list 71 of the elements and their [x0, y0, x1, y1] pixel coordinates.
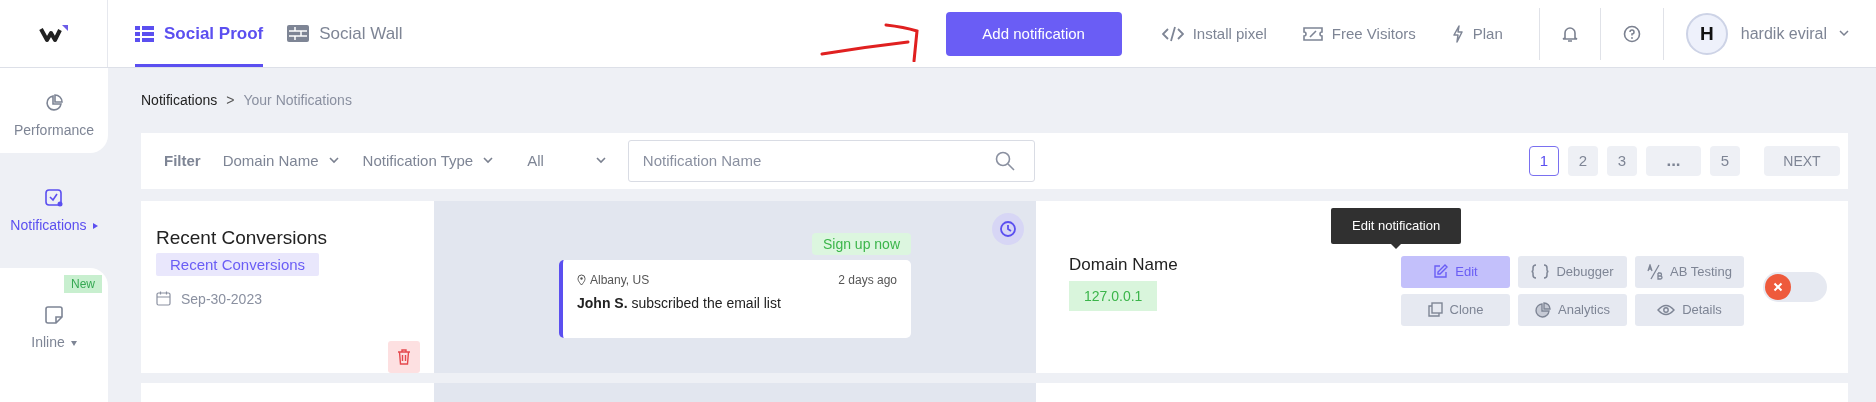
edit-icon: [1433, 264, 1449, 280]
action-button[interactable]: Debugger: [1518, 255, 1627, 288]
action-button[interactable]: Details: [1635, 293, 1744, 326]
copy-icon: [1427, 302, 1443, 318]
domain-tag: 127.0.0.1: [1069, 280, 1158, 311]
chevron-down-icon: [483, 157, 494, 165]
braces-icon: [1531, 264, 1550, 280]
notification-type-tag: Recent Conversions: [156, 252, 320, 276]
filter-dropdown[interactable]: All: [527, 152, 606, 170]
brick-wall-icon: [287, 25, 310, 42]
filter-label: Filter: [164, 152, 201, 170]
chevron-down-icon: [328, 157, 339, 165]
next-button[interactable]: NEXT: [1764, 145, 1840, 176]
breadcrumb-separator: >: [226, 92, 235, 109]
nav-tab[interactable]: Social Proof: [135, 0, 264, 67]
sidebar-item[interactable]: Performance: [0, 68, 108, 153]
cta-badge: Sign up now: [811, 232, 911, 255]
tooltip: Edit notification: [1331, 207, 1462, 244]
notification-title: Recent Conversions: [156, 226, 329, 249]
clock-icon[interactable]: [992, 212, 1024, 245]
breadcrumb-link[interactable]: Notifications: [141, 92, 218, 109]
search-field[interactable]: Notification Name: [627, 139, 1035, 182]
list-icon: [135, 25, 154, 42]
page-button[interactable]: 5: [1710, 145, 1740, 176]
toggle-knob: [1765, 273, 1791, 300]
action-button[interactable]: AB Testing: [1635, 255, 1744, 288]
note-icon: [45, 306, 63, 324]
action-button[interactable]: Analytics: [1518, 293, 1627, 326]
help-icon[interactable]: [1622, 24, 1641, 43]
location-pin-icon: [577, 273, 586, 286]
nav-link[interactable]: Install pixel: [1161, 25, 1267, 42]
delete-button[interactable]: [388, 340, 420, 373]
code-icon: [1161, 25, 1184, 42]
page-button[interactable]: 3: [1607, 145, 1637, 176]
search-icon: [994, 150, 1015, 171]
chevron-down-icon[interactable]: [1839, 30, 1850, 37]
nav-link[interactable]: Free Visitors: [1302, 25, 1416, 42]
page-button[interactable]: 2: [1568, 145, 1598, 176]
ticket-icon: [1302, 25, 1323, 42]
breadcrumb-current: Your Notifications: [243, 92, 352, 109]
calendar-icon: [156, 291, 171, 307]
created-date: Sep-30-2023: [181, 290, 262, 307]
sidebar-item[interactable]: New Inline: [0, 268, 108, 402]
user-avatar[interactable]: H: [1685, 12, 1728, 55]
pie-chart-icon: [45, 93, 63, 112]
action-button[interactable]: Edit: [1401, 255, 1510, 288]
nav-link[interactable]: Plan: [1451, 24, 1503, 43]
page-button[interactable]: 1: [1529, 145, 1559, 176]
logo-icon: [38, 23, 69, 44]
split-test-icon: [1647, 263, 1664, 280]
add-notification-button[interactable]: Add notification: [945, 11, 1122, 56]
nav-tab[interactable]: Social Wall: [287, 0, 403, 67]
page-button[interactable]: ...: [1646, 145, 1701, 176]
checkbox-icon: [45, 188, 63, 207]
location-text: Albany, US: [590, 272, 650, 287]
lightning-icon: [1451, 24, 1464, 43]
tooltip-pointer: [1391, 243, 1402, 249]
action-button[interactable]: Clone: [1401, 293, 1510, 326]
chevron-down-icon: [595, 157, 606, 165]
domain-label: Domain Name: [1069, 254, 1179, 275]
filter-dropdown[interactable]: Domain Name: [222, 152, 339, 170]
eye-icon: [1657, 303, 1676, 316]
time-ago: 2 days ago: [838, 272, 897, 287]
filter-dropdown[interactable]: Notification Type: [362, 152, 494, 170]
toggle-switch[interactable]: [1763, 271, 1827, 302]
notification-bell-icon[interactable]: [1561, 24, 1578, 43]
user-name[interactable]: hardik eviral: [1740, 24, 1828, 43]
pie-chart-icon: [1535, 301, 1551, 318]
trash-icon: [397, 348, 411, 365]
preview-message: John S. subscribed the email list: [577, 294, 782, 311]
new-badge: New: [64, 275, 102, 293]
